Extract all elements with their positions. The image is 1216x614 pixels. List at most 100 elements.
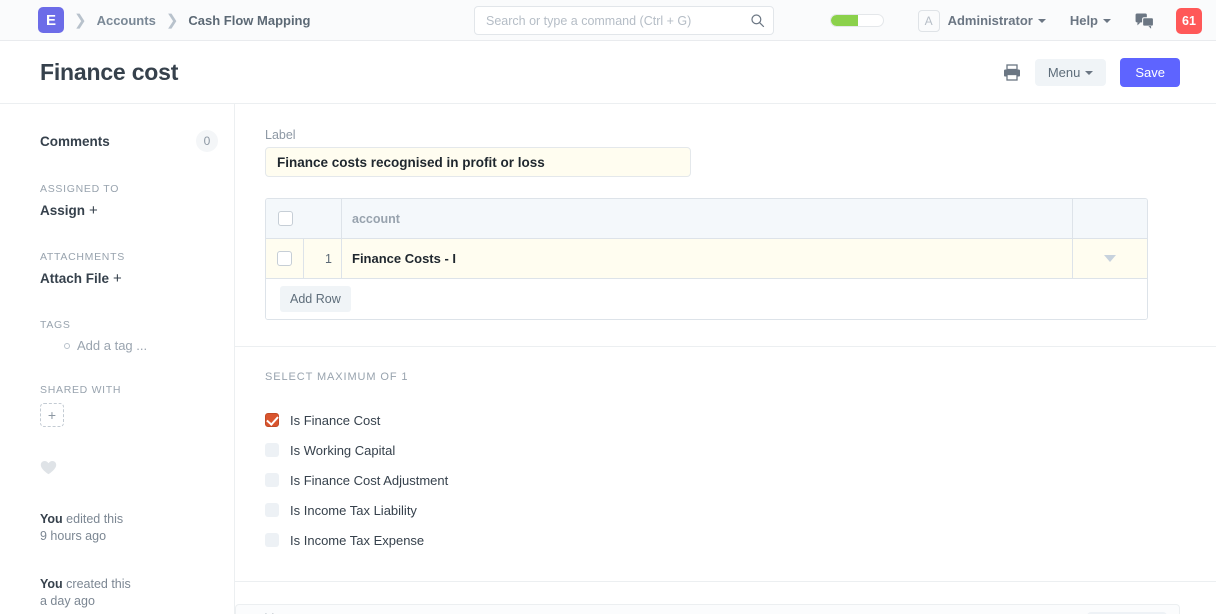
label-input[interactable] [265,147,691,177]
checkbox-row-is-income-tax-liability[interactable]: Is Income Tax Liability [265,495,1180,525]
select-maximum-title: SELECT MAXIMUM OF 1 [265,371,409,383]
tag-dot-icon [64,342,70,349]
chevron-down-icon [1037,18,1046,23]
top-navbar: E ❯ Accounts ❯ Cash Flow Mapping A Admin… [0,0,1216,41]
row-select-cell[interactable] [266,239,304,278]
is-working-capital-label: Is Working Capital [290,442,396,458]
save-button[interactable]: Save [1120,58,1180,87]
menu-button-label: Menu [1047,65,1081,80]
breadcrumb-item-cash-flow-mapping[interactable]: Cash Flow Mapping [188,13,310,28]
sidebar-tags-block: TAGS Add a tag ... [40,319,218,353]
activity-actor: You [40,512,63,526]
add-tag-row[interactable]: Add a tag ... [40,338,218,353]
section-label-and-accounts: Label account 1 [235,104,1216,347]
checkbox-row-is-finance-cost-adjustment[interactable]: Is Finance Cost Adjustment [265,465,1180,495]
assigned-to-label: ASSIGNED TO [40,183,120,195]
sidebar-attachments-block: ATTACHMENTS Attach File + [40,251,218,288]
add-row-button[interactable]: Add Row [280,286,351,312]
breadcrumb-separator-icon: ❯ [165,11,179,29]
comments-count-badge: 0 [196,130,218,152]
activity-time: a day ago [40,594,95,608]
row-expand-cell[interactable] [1073,239,1147,278]
comment-box[interactable]: Add a comment Comment [235,604,1180,614]
checkbox-row-is-income-tax-expense[interactable]: Is Income Tax Expense [265,525,1180,555]
is-income-tax-liability-checkbox[interactable] [265,503,279,517]
is-finance-cost-label: Is Finance Cost [290,412,381,428]
activity-edited: You edited this 9 hours ago [40,511,218,545]
sidebar-comments-row[interactable]: Comments 0 [40,130,218,152]
accounts-grid: account 1 Finance Costs - I Add Row [265,198,1148,320]
menu-button[interactable]: Menu [1034,59,1107,86]
plus-icon: + [89,202,98,219]
chevron-down-icon[interactable] [1104,255,1116,262]
checkbox-row-is-working-capital[interactable]: Is Working Capital [265,435,1180,465]
grid-account-header-label: account [352,211,400,226]
grid-actions-header [1073,199,1147,238]
checkbox-row-is-finance-cost[interactable]: Is Finance Cost [265,405,1180,435]
help-menu-label: Help [1069,13,1098,28]
page-header: Finance cost Menu Save [0,41,1216,104]
avatar: A [917,9,940,32]
is-working-capital-checkbox[interactable] [265,443,279,457]
help-menu[interactable]: Help [1070,13,1111,28]
is-income-tax-expense-checkbox[interactable] [265,533,279,547]
heart-icon[interactable] [40,460,57,475]
table-row[interactable]: 1 Finance Costs - I [266,239,1147,279]
activity-actor: You [40,577,63,591]
grid-account-header[interactable]: account [342,199,1073,238]
progress-indicator[interactable] [829,14,884,27]
sidebar: Comments 0 ASSIGNED TO Assign + ATTACHME… [0,104,235,614]
label-field-label: Label [265,128,296,142]
main-content: Label account 1 [235,104,1216,614]
row-index: 1 [304,239,342,278]
attach-file-label: Attach File [40,271,110,286]
sidebar-shared-with-block: SHARED WITH + [40,384,218,427]
search-input[interactable] [474,6,774,35]
chevron-down-icon [1103,18,1111,23]
add-tag-link[interactable]: Add a tag ... [77,338,147,353]
tags-label: TAGS [40,319,71,331]
select-all-checkbox[interactable] [277,211,293,226]
activity-action: created this [62,577,131,591]
grid-select-all-cell[interactable] [266,199,304,238]
page-header-actions: Menu Save [1003,41,1180,104]
search-box[interactable] [474,6,774,35]
grid-header-row: account [266,199,1147,239]
chat-icon[interactable] [1135,12,1154,29]
shared-with-label: SHARED WITH [40,384,122,396]
row-account-value: Finance Costs - I [352,251,457,266]
page-body: Comments 0 ASSIGNED TO Assign + ATTACHME… [0,104,1216,614]
attachments-label: ATTACHMENTS [40,251,125,263]
assign-button[interactable]: Assign + [40,202,98,219]
user-menu[interactable]: Administrator [948,13,1046,28]
row-account-cell[interactable]: Finance Costs - I [342,239,1073,278]
chevron-down-icon [1085,70,1094,75]
attach-file-button[interactable]: Attach File + [40,270,122,287]
page-title: Finance cost [40,58,179,85]
section-select-maximum: SELECT MAXIMUM OF 1 Is Finance Cost Is W… [235,347,1216,582]
user-menu-label: Administrator [947,13,1033,28]
comments-label: Comments [40,133,110,149]
navbar-right-group: A Administrator Help 61 [829,0,1202,41]
plus-icon: + [113,270,122,287]
is-finance-cost-adjustment-label: Is Finance Cost Adjustment [290,472,449,488]
is-income-tax-expense-label: Is Income Tax Expense [290,532,425,548]
activity-time: 9 hours ago [40,529,107,543]
is-finance-cost-adjustment-checkbox[interactable] [265,473,279,487]
share-add-button[interactable]: + [40,403,64,427]
notification-badge[interactable]: 61 [1176,7,1202,34]
sidebar-assigned-to-block: ASSIGNED TO Assign + [40,183,218,220]
is-income-tax-liability-label: Is Income Tax Liability [290,502,417,518]
grid-footer: Add Row [266,279,1147,319]
activity-action: edited this [62,512,124,526]
app-logo-icon[interactable]: E [38,7,64,33]
breadcrumb-item-accounts[interactable]: Accounts [97,13,156,28]
activity-created: You created this a day ago [40,576,218,610]
row-checkbox[interactable] [277,251,292,266]
assign-label: Assign [40,203,86,218]
grid-index-header [304,199,342,238]
print-icon[interactable] [1003,64,1021,81]
is-finance-cost-checkbox[interactable] [265,413,279,427]
breadcrumb-separator-icon: ❯ [74,11,87,29]
